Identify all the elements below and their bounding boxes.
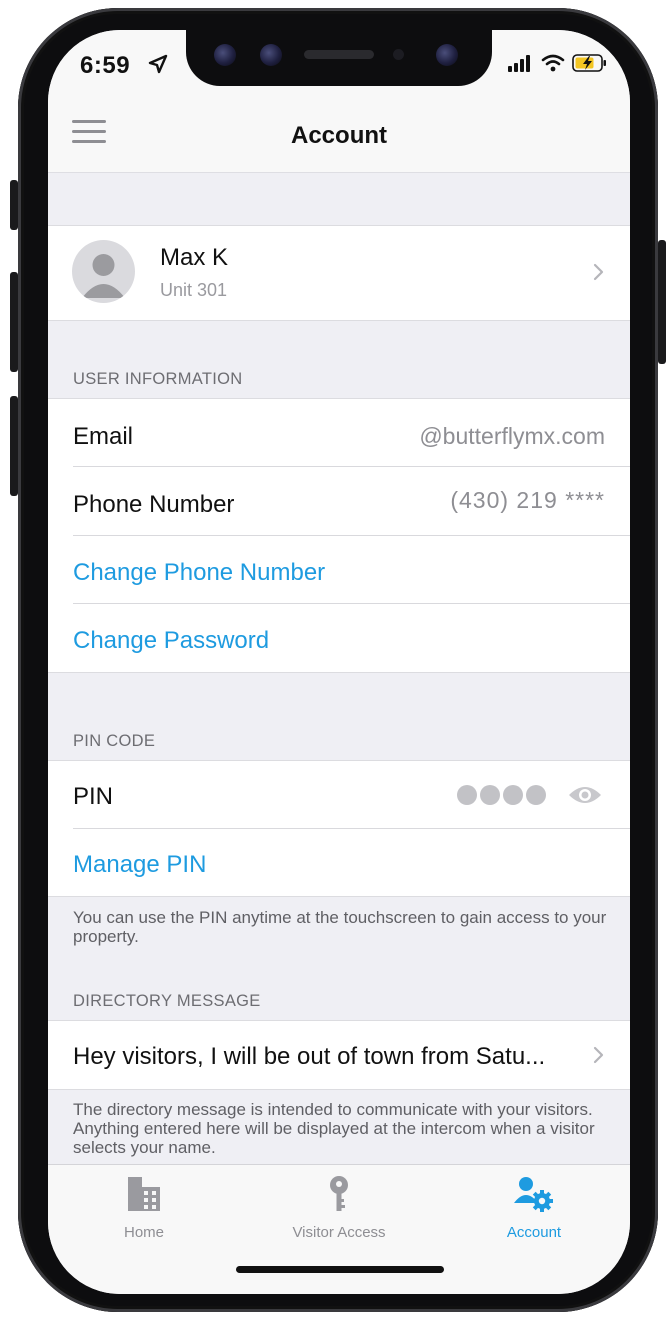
change-password-link[interactable]: Change Password: [73, 627, 269, 655]
wifi-icon: [541, 54, 565, 72]
user-info-group: Email @butterflymx.com Phone Number (430…: [48, 398, 630, 673]
tab-home-label: Home: [123, 1224, 164, 1241]
phone-number-label: Phone Number: [73, 491, 235, 518]
person-placeholder-icon: [82, 254, 125, 298]
battery-charging-icon: [572, 54, 606, 72]
section-header-directory-message: DIRECTORY MESSAGE: [73, 992, 261, 1010]
eye-icon[interactable]: [568, 785, 602, 805]
tab-visitor-access-label: Visitor Access: [292, 1224, 386, 1241]
section-header-user-information: USER INFORMATION: [73, 370, 243, 388]
phone-number-value: (430) 219 ****: [450, 487, 605, 513]
divider: [73, 535, 630, 536]
volume-up-button: [10, 272, 18, 372]
screen: 6:59 Account Max K Unit 301 USER INFORMA…: [48, 30, 630, 1294]
profile-name: Max K: [160, 244, 229, 271]
divider: [73, 828, 630, 829]
pin-label: PIN: [73, 783, 114, 810]
status-indicators: [508, 54, 608, 72]
signal-icon: [508, 54, 530, 72]
manage-pin-link[interactable]: Manage PIN: [73, 851, 206, 879]
home-indicator[interactable]: [236, 1266, 444, 1273]
key-icon: [330, 1176, 348, 1211]
email-value: @butterflymx.com: [419, 423, 605, 449]
speaker-grille: [304, 50, 374, 59]
location-arrow-icon: [148, 54, 168, 74]
chevron-right-icon: [593, 1046, 604, 1064]
pin-footer-text: You can use the PIN anytime at the touch…: [73, 908, 607, 946]
tab-account[interactable]: Account: [454, 1175, 614, 1241]
section-header-pin-code: PIN CODE: [73, 732, 156, 750]
chevron-right-icon: [593, 263, 604, 281]
avatar: [72, 240, 135, 303]
change-phone-number-link[interactable]: Change Phone Number: [73, 559, 325, 587]
silent-switch: [10, 180, 18, 230]
tab-account-label: Account: [506, 1224, 562, 1241]
profile-unit: Unit 301: [160, 280, 228, 300]
tab-bar: Home Visitor Access Account: [48, 1164, 630, 1294]
page-title: Account: [291, 122, 387, 149]
status-time: 6:59: [80, 52, 131, 79]
user-gear-icon: [514, 1177, 553, 1212]
tab-visitor-access[interactable]: Visitor Access: [259, 1175, 419, 1241]
camera-icon: [214, 44, 236, 66]
divider: [73, 603, 630, 604]
profile-row[interactable]: Max K Unit 301: [48, 225, 630, 321]
building-icon: [128, 1177, 160, 1211]
camera-icon: [260, 44, 282, 66]
notch: [186, 30, 492, 86]
directory-message-text: Hey visitors, I will be out of town from…: [73, 1043, 546, 1070]
volume-down-button: [10, 396, 18, 496]
pin-group: PIN Manage PIN: [48, 760, 630, 897]
directory-message-row[interactable]: Hey visitors, I will be out of town from…: [48, 1020, 630, 1090]
pin-masked-dots: [457, 785, 546, 805]
navigation-bar: Account: [48, 86, 630, 173]
camera-icon: [436, 44, 458, 66]
directory-footer-text: The directory message is intended to com…: [73, 1100, 595, 1157]
email-label: Email: [73, 423, 134, 450]
tab-home[interactable]: Home: [64, 1175, 224, 1241]
power-button: [658, 240, 666, 364]
divider: [73, 466, 630, 467]
sensor-dot: [393, 49, 404, 60]
